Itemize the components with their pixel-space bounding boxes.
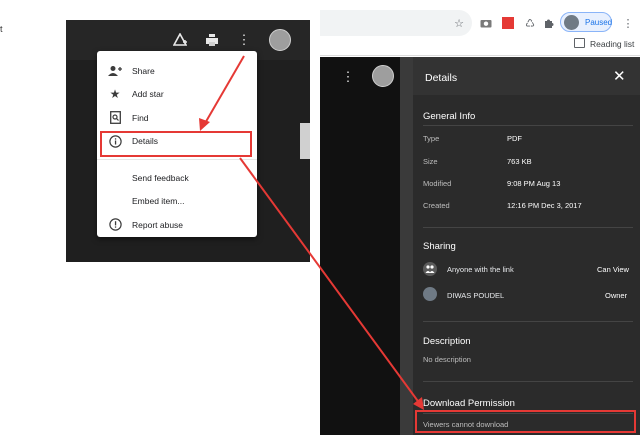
annotation-arrows	[199, 55, 424, 410]
arrowhead	[199, 118, 210, 131]
arrow-to-download-permission	[239, 157, 421, 405]
arrow-to-details	[203, 55, 245, 126]
arrowhead	[413, 397, 424, 410]
